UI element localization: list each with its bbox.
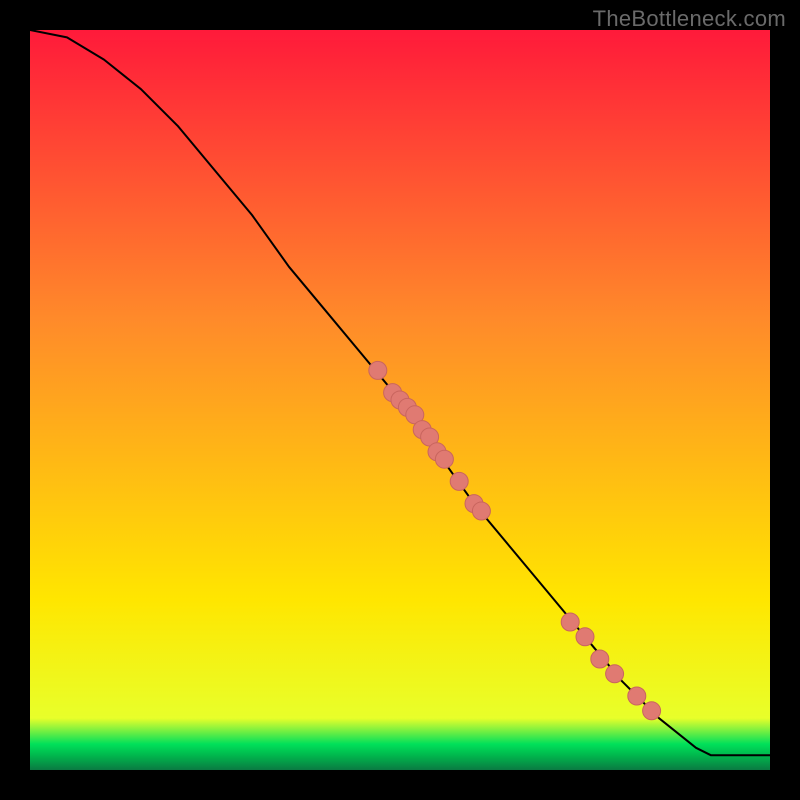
chart-svg	[30, 30, 770, 770]
data-point	[450, 472, 468, 490]
data-point	[561, 613, 579, 631]
data-point	[591, 650, 609, 668]
data-point	[628, 687, 646, 705]
data-point	[369, 361, 387, 379]
data-point	[435, 450, 453, 468]
data-point	[643, 702, 661, 720]
data-point	[576, 628, 594, 646]
data-point	[472, 502, 490, 520]
chart-stage: TheBottleneck.com	[0, 0, 800, 800]
data-point	[606, 665, 624, 683]
plot-area	[30, 30, 770, 770]
watermark-text: TheBottleneck.com	[593, 6, 786, 32]
